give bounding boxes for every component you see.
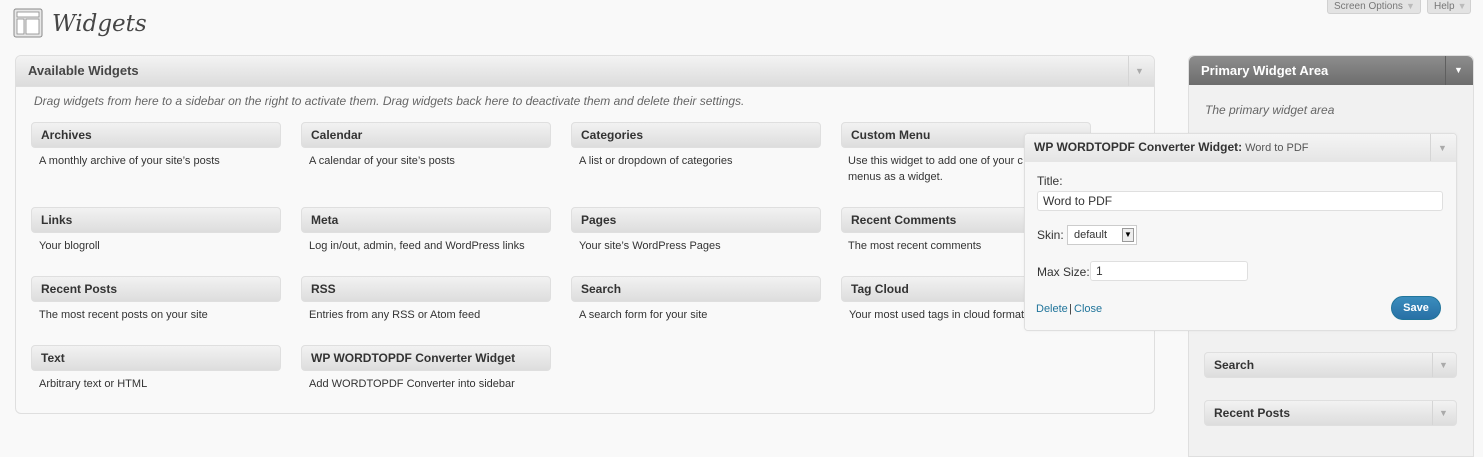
skin-label: Skin:	[1037, 228, 1064, 242]
sidebar-widget-recent-posts[interactable]: Recent Posts ▼	[1204, 400, 1457, 426]
widget-title: Calendar	[311, 128, 363, 142]
widget-description: A search form for your site	[579, 309, 708, 321]
skin-select[interactable]: default ▼	[1067, 225, 1137, 245]
widget-description: Add WORDTOPDF Converter into sidebar	[309, 378, 515, 390]
widgets-page-icon	[13, 8, 43, 38]
widget-calendar[interactable]: Calendar	[301, 122, 551, 148]
skin-select-value: default	[1074, 229, 1108, 241]
widget-title: Archives	[41, 128, 92, 142]
available-widgets-title: Available Widgets	[28, 63, 139, 78]
toggle-arrow-icon[interactable]: ▼	[1439, 360, 1448, 370]
widget-description: Arbitrary text or HTML	[39, 378, 148, 390]
screen-options-label: Screen Options	[1334, 1, 1403, 12]
primary-widget-area-title: Primary Widget Area	[1201, 63, 1329, 78]
primary-widget-area-description: The primary widget area	[1205, 103, 1335, 117]
widget-rss[interactable]: RSS	[301, 276, 551, 302]
title-input[interactable]: Word to PDF	[1037, 191, 1443, 211]
widget-categories[interactable]: Categories	[571, 122, 821, 148]
widget-title: Custom Menu	[851, 128, 931, 142]
widget-name: WP WORDTOPDF Converter Widget:	[1034, 140, 1243, 154]
widget-title: WP WORDTOPDF Converter Widget	[311, 351, 516, 365]
widget-title: Tag Cloud	[851, 282, 909, 296]
close-link[interactable]: Close	[1074, 303, 1102, 315]
link-separator: |	[1069, 303, 1072, 315]
title-label: Title:	[1037, 174, 1063, 188]
widget-title: Search	[581, 282, 622, 296]
widget-description: Entries from any RSS or Atom feed	[309, 309, 481, 321]
toggle-arrow-icon[interactable]: ▼	[1454, 65, 1463, 75]
divider	[1430, 134, 1431, 161]
chevron-down-icon: ▼	[1405, 1, 1415, 11]
help-label: Help	[1434, 1, 1455, 12]
available-widgets-description: Drag widgets from here to a sidebar on t…	[34, 94, 745, 108]
widget-pages[interactable]: Pages	[571, 207, 821, 233]
divider	[1432, 401, 1433, 425]
widget-description: Your blogroll	[39, 240, 100, 252]
toggle-arrow-icon[interactable]: ▼	[1439, 408, 1448, 418]
divider	[1445, 56, 1446, 85]
widget-title: RSS	[311, 282, 336, 296]
widget-settings-title: WP WORDTOPDF Converter Widget: Word to PD…	[1034, 134, 1309, 162]
help-tab[interactable]: Help ▼	[1427, 0, 1471, 14]
dropdown-arrow-icon: ▼	[1122, 228, 1134, 242]
screen-options-tab[interactable]: Screen Options ▼	[1327, 0, 1421, 14]
sidebar-widget-search[interactable]: Search ▼	[1204, 352, 1457, 378]
widget-recent-posts[interactable]: Recent Posts	[31, 276, 281, 302]
widget-title: Search	[1214, 358, 1255, 372]
widget-text[interactable]: Text	[31, 345, 281, 371]
widget-title: Pages	[581, 213, 617, 227]
widget-title: Recent Posts	[41, 282, 118, 296]
chevron-down-icon: ▼	[1457, 1, 1467, 11]
widget-description: Log in/out, admin, feed and WordPress li…	[309, 240, 525, 252]
widget-title: Text	[41, 351, 65, 365]
widget-description: Your site’s WordPress Pages	[579, 240, 721, 252]
widget-title: Links	[41, 213, 73, 227]
widget-links[interactable]: Links	[31, 207, 281, 233]
max-size-label: Max Size:	[1037, 265, 1090, 279]
widget-description: A monthly archive of your site’s posts	[39, 155, 220, 167]
divider	[1128, 56, 1129, 86]
widget-instance-title: Word to PDF	[1245, 142, 1309, 154]
widget-meta[interactable]: Meta	[301, 207, 551, 233]
widget-title: Meta	[311, 213, 339, 227]
max-size-input[interactable]: 1	[1090, 261, 1248, 281]
widget-description: The most recent posts on your site	[39, 309, 208, 321]
widget-settings-header[interactable]: WP WORDTOPDF Converter Widget: Word to PD…	[1025, 134, 1456, 162]
save-button[interactable]: Save	[1391, 296, 1441, 320]
widget-wp-wordtopdf[interactable]: WP WORDTOPDF Converter Widget	[301, 345, 551, 371]
widget-search[interactable]: Search	[571, 276, 821, 302]
widget-title: Categories	[581, 128, 644, 142]
widget-description: A list or dropdown of categories	[579, 155, 733, 167]
delete-link[interactable]: Delete	[1036, 303, 1068, 315]
toggle-arrow-icon[interactable]: ▼	[1135, 66, 1144, 76]
widget-description: A calendar of your site’s posts	[309, 155, 455, 167]
available-widgets-header[interactable]: Available Widgets ▼	[16, 56, 1154, 87]
page-title: Widgets	[52, 11, 147, 37]
widget-archives[interactable]: Archives	[31, 122, 281, 148]
primary-widget-area-header[interactable]: Primary Widget Area ▼	[1189, 56, 1473, 85]
toggle-arrow-icon[interactable]: ▼	[1438, 143, 1447, 153]
widget-title: Recent Posts	[1214, 406, 1291, 420]
divider	[1432, 353, 1433, 377]
widget-title: Recent Comments	[851, 213, 957, 227]
